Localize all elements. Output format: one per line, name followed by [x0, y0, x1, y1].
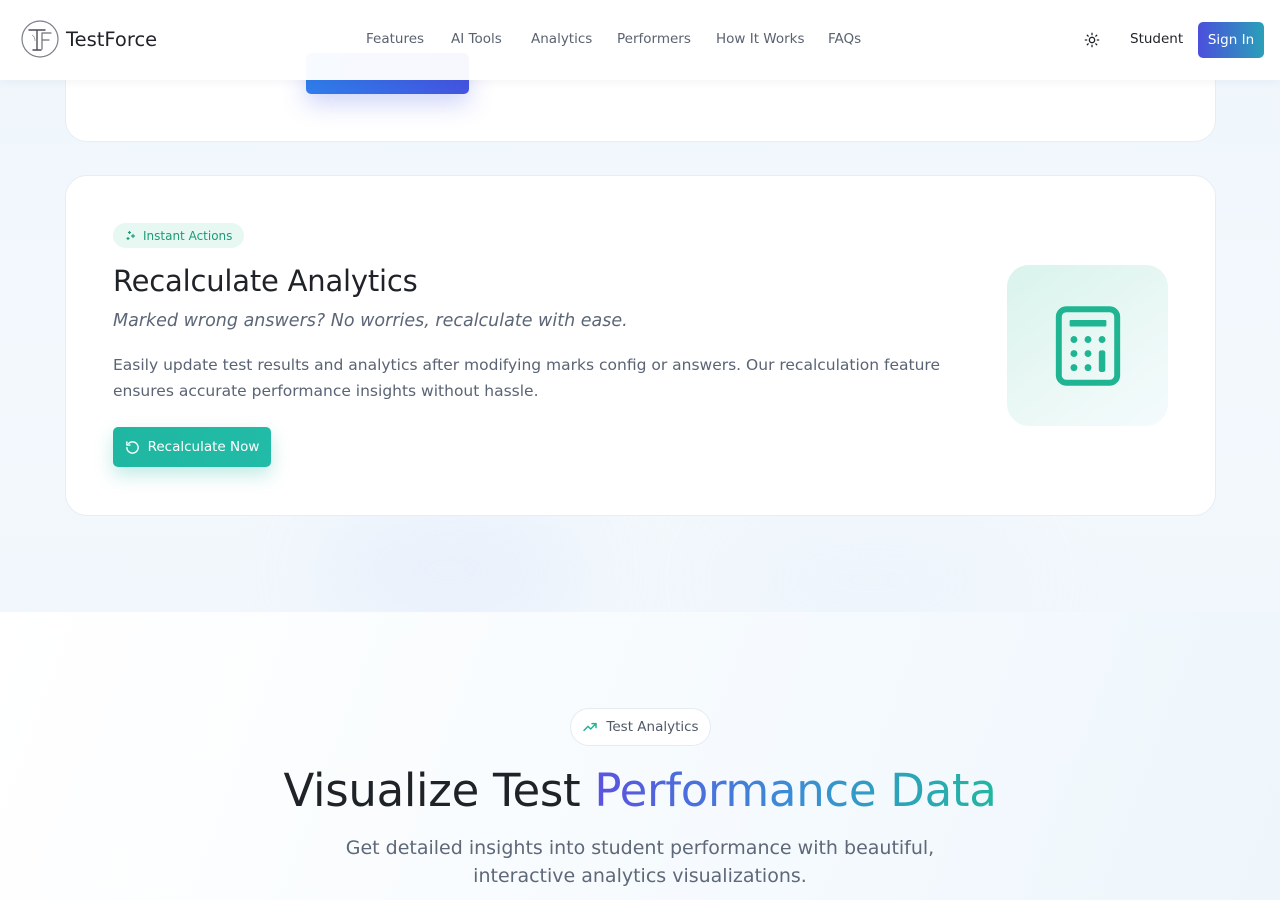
nav-performers[interactable]: Performers: [617, 31, 691, 47]
analytics-title-highlight: Performance Data: [594, 764, 997, 817]
calculator-icon: [1055, 305, 1120, 386]
analytics-description: Get detailed insights into student perfo…: [345, 837, 935, 887]
recalculate-now-button[interactable]: Recalculate Now: [113, 427, 271, 467]
badge-label: Instant Actions: [143, 228, 233, 243]
nav-how-it-works[interactable]: How It Works: [716, 31, 805, 47]
nav-faqs[interactable]: FAQs: [828, 31, 861, 47]
brand-name[interactable]: TestForce: [66, 28, 157, 51]
instant-actions-badge: Instant Actions: [113, 223, 245, 248]
recalculate-button-label: Recalculate Now: [147, 439, 260, 455]
sparkles-icon: [126, 230, 136, 240]
sign-in-button[interactable]: Sign In: [1198, 22, 1264, 58]
student-link[interactable]: Student: [1130, 31, 1183, 47]
nav-features[interactable]: Features: [366, 31, 424, 47]
testforce-logo-icon[interactable]: [20, 19, 60, 59]
analytics-section: Test Analytics Visualize Test Performanc…: [0, 612, 1280, 900]
analytics-title: Visualize Test Performance Data: [0, 764, 1280, 817]
background-glow: [720, 520, 1020, 612]
recalculate-title: Recalculate Analytics: [113, 264, 418, 298]
top-navbar: TestForce Features AI Tools Analytics Pe…: [0, 0, 1280, 80]
nav-ai-tools[interactable]: AI Tools: [451, 31, 502, 47]
trending-up-icon: [583, 722, 598, 732]
background-glow: [320, 500, 580, 612]
analytics-badge-label: Test Analytics: [606, 719, 699, 735]
test-analytics-badge: Test Analytics: [570, 708, 711, 746]
recalculate-description: Easily update test results and analytics…: [113, 356, 940, 400]
recalculate-card: Instant Actions Recalculate Analytics Ma…: [65, 175, 1216, 516]
theme-toggle-button[interactable]: [1080, 28, 1104, 52]
recalculate-subtitle: Marked wrong answers? No worries, recalc…: [113, 311, 628, 331]
features-section: Instant Actions Recalculate Analytics Ma…: [0, 0, 1280, 612]
sun-icon: [1084, 32, 1100, 48]
analytics-title-plain: Visualize Test: [283, 764, 595, 817]
refresh-icon: [125, 440, 139, 454]
nav-analytics[interactable]: Analytics: [531, 31, 592, 47]
calculator-tile: [1007, 265, 1168, 426]
